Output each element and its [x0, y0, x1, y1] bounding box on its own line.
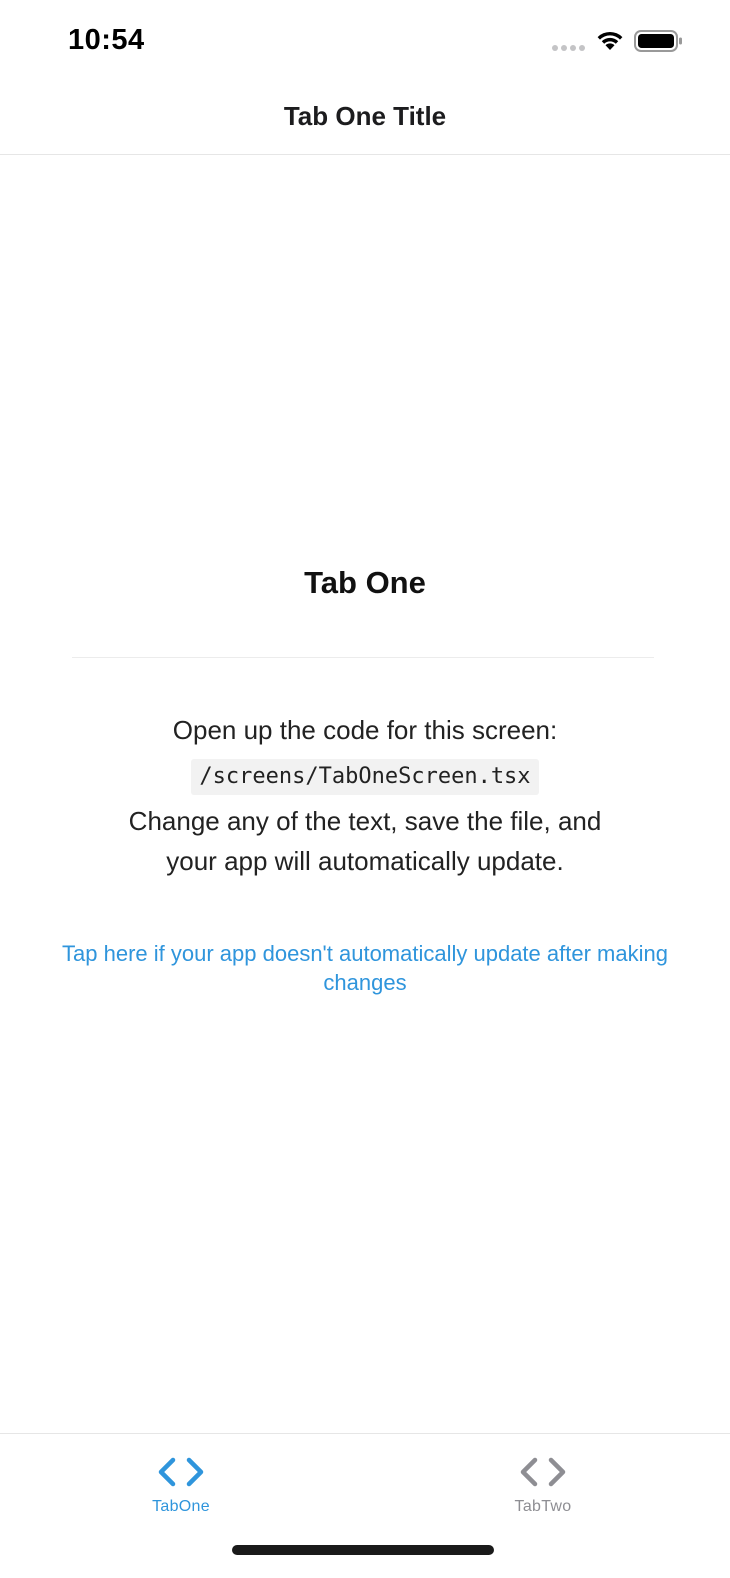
intro-text: Open up the code for this screen: [172, 715, 558, 745]
app-screen: 10:54 Tab One Title Tab One Open up the … [0, 0, 730, 1578]
tab-two-label: TabTwo [514, 1498, 572, 1515]
header-title: Tab One Title [283, 100, 447, 131]
page-title: Tab One [304, 565, 426, 600]
tab-two[interactable]: TabTwo [443, 1434, 643, 1534]
cellular-signal-icon [552, 43, 588, 51]
help-link[interactable]: Tap here if your app doesn't automatical… [40, 939, 690, 997]
tab-one[interactable]: TabOne [81, 1434, 281, 1534]
code-path: /screens/TabOneScreen.tsx [191, 759, 539, 795]
status-bar: 10:54 [0, 0, 730, 82]
home-indicator [232, 1545, 494, 1555]
separator [72, 657, 654, 658]
status-time: 10:54 [68, 24, 145, 56]
tab-one-content: Tab One Open up the code for this screen… [0, 155, 730, 1433]
battery-icon [634, 30, 682, 52]
tab-bar: TabOne TabTwo [0, 1433, 730, 1578]
code-icon [158, 1457, 204, 1487]
instructions: Open up the code for this screen: /scree… [0, 710, 730, 881]
wifi-icon [597, 31, 623, 50]
navigation-header: Tab One Title [0, 82, 730, 155]
change-text-line-2: your app will automatically update. [166, 846, 564, 876]
tab-one-label: TabOne [152, 1498, 210, 1515]
change-text-line-1: Change any of the text, save the file, a… [128, 806, 602, 836]
code-icon [520, 1457, 566, 1487]
